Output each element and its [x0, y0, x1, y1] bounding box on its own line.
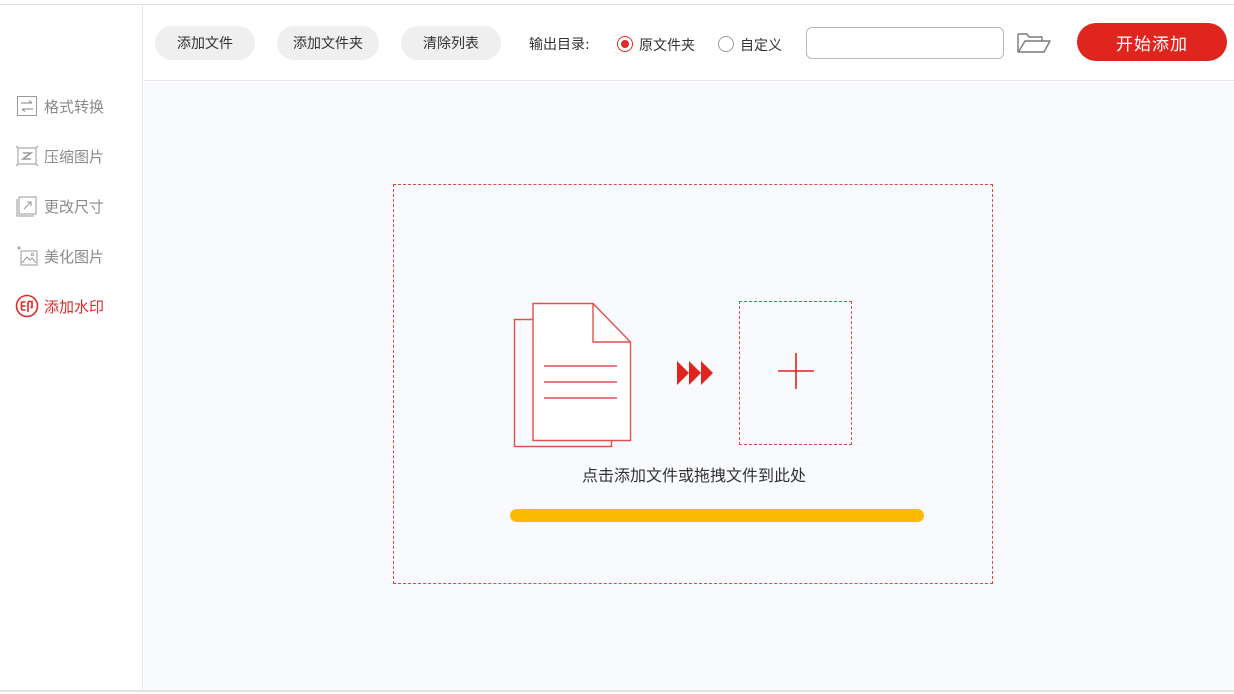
sidebar-item-label: 添加水印: [44, 297, 105, 316]
add-file-box[interactable]: [739, 301, 852, 445]
sidebar-item-beautify-image[interactable]: 美化图片: [14, 243, 104, 269]
radio-original-folder-label[interactable]: 原文件夹: [639, 35, 695, 55]
drop-zone[interactable]: 点击添加文件或拖拽文件到此处: [393, 184, 993, 584]
progress-bar: [510, 509, 924, 522]
start-button[interactable]: 开始添加: [1077, 23, 1227, 61]
format-convert-icon: [14, 94, 40, 118]
sidebar-item-label: 压缩图片: [44, 147, 105, 166]
sidebar-item-label: 美化图片: [44, 247, 105, 266]
progress-fill: [510, 509, 924, 522]
sidebar-item-watermark[interactable]: 添加水印: [14, 293, 104, 319]
sidebar-item-compress-image[interactable]: 压缩图片: [14, 143, 104, 169]
radio-custom-label[interactable]: 自定义: [740, 35, 782, 55]
clear-list-button[interactable]: 清除列表: [401, 26, 501, 60]
output-dir-label: 输出目录:: [529, 37, 590, 53]
bottom-divider: [0, 690, 1234, 692]
watermark-icon: [14, 294, 40, 318]
radio-original-folder[interactable]: [617, 36, 633, 52]
radio-custom[interactable]: [718, 36, 734, 52]
output-path-input[interactable]: [806, 27, 1004, 59]
app-window: 格式转换 压缩图片 更改尺寸 美化图片 添加水印 添加文件 添加文件夹 清除列表…: [0, 0, 1234, 694]
add-file-button[interactable]: 添加文件: [155, 26, 255, 60]
resize-icon: [14, 194, 40, 218]
plus-icon: [776, 351, 816, 395]
main-area: 点击添加文件或拖拽文件到此处: [144, 82, 1234, 691]
folder-open-icon[interactable]: [1016, 31, 1052, 55]
compress-image-icon: [14, 144, 40, 168]
sidebar-item-label: 更改尺寸: [44, 197, 105, 216]
sidebar-item-resize[interactable]: 更改尺寸: [14, 193, 104, 219]
add-folder-button[interactable]: 添加文件夹: [277, 26, 379, 60]
toolbar: 添加文件 添加文件夹 清除列表 输出目录: 原文件夹 自定义 开始添加: [144, 5, 1234, 81]
sidebar: 格式转换 压缩图片 更改尺寸 美化图片 添加水印: [0, 5, 143, 691]
sidebar-item-format-convert[interactable]: 格式转换: [14, 93, 104, 119]
document-stack-icon: [513, 302, 639, 448]
beautify-image-icon: [14, 244, 40, 268]
sidebar-item-label: 格式转换: [44, 97, 105, 116]
triple-arrow-icon: [676, 360, 718, 386]
drop-hint-text: 点击添加文件或拖拽文件到此处: [581, 466, 806, 485]
